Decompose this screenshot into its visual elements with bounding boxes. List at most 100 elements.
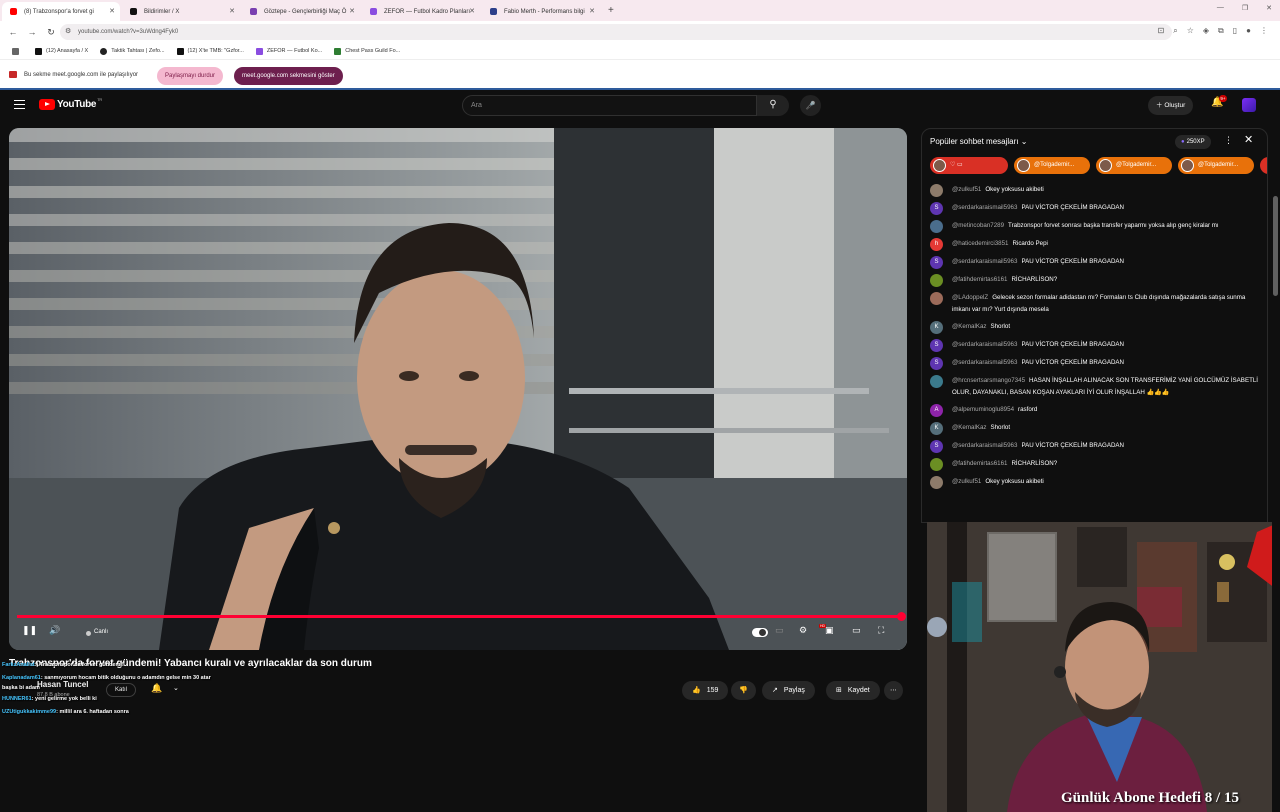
- miniplayer-icon[interactable]: ▣: [825, 625, 834, 636]
- chat-author[interactable]: @KemalKaz: [952, 424, 986, 431]
- search-icon[interactable]: ⚲: [757, 95, 789, 116]
- youtube-logo[interactable]: YouTube TR: [39, 97, 102, 110]
- chat-message[interactable]: @fatihdemirtas6161 RİCHARLİSON?: [930, 274, 1260, 287]
- close-tab-icon[interactable]: ✕: [229, 7, 235, 15]
- chat-avatar[interactable]: S: [930, 357, 943, 370]
- chat-avatar[interactable]: S: [930, 202, 943, 215]
- chat-author[interactable]: @hrcnsertsarsmango7345: [952, 377, 1025, 384]
- pinned-super-chat[interactable]: @Tolgademir...: [1014, 157, 1090, 174]
- bookmark-item[interactable]: (12) Anasayfa / X: [35, 47, 88, 55]
- like-button[interactable]: 👍 159: [682, 681, 729, 700]
- video-player[interactable]: ❚❚ 🔊 Canlı ▭ ⚙ HD ▣ ▭ ⛶: [9, 128, 907, 650]
- browser-tab[interactable]: (8) Trabzonspor'a forvet gi ✕: [2, 2, 120, 21]
- site-info-icon[interactable]: ⚙: [65, 24, 71, 40]
- chat-avatar[interactable]: [930, 220, 943, 233]
- join-button[interactable]: Katıl: [106, 683, 137, 697]
- chat-avatar[interactable]: [930, 184, 943, 197]
- chat-avatar[interactable]: [930, 458, 943, 471]
- chat-avatar[interactable]: h: [930, 238, 943, 251]
- pinned-super-chat[interactable]: ♡ ▭: [930, 157, 1008, 174]
- forward-icon[interactable]: →: [26, 27, 38, 37]
- browser-tab[interactable]: Fabio Merth - Performans bilgi ✕: [482, 2, 600, 21]
- live-label[interactable]: Canlı: [94, 629, 108, 635]
- pause-icon[interactable]: ❚❚: [22, 625, 37, 636]
- chat-message[interactable]: @metincoban7289 Trabzonspor forvet sonras…: [930, 220, 1260, 233]
- channel-name[interactable]: Hasan Tuncel: [37, 680, 88, 689]
- chat-author[interactable]: @KemalKaz: [952, 323, 986, 330]
- minimize-icon[interactable]: —: [1217, 4, 1224, 12]
- apps-icon[interactable]: [12, 47, 23, 55]
- browser-tab[interactable]: Bildirimler / X ✕: [122, 2, 240, 21]
- chat-message[interactable]: @zulkuf51 Okey yoksusu akibeti: [930, 476, 1260, 489]
- chat-author[interactable]: @metincoban7289: [952, 222, 1004, 229]
- settings-gear-icon[interactable]: ⚙: [799, 625, 807, 636]
- close-chat-icon[interactable]: ✕: [1244, 133, 1253, 146]
- chat-author[interactable]: @haticedemirci3851: [952, 240, 1009, 247]
- account-avatar[interactable]: [1242, 98, 1256, 112]
- pinned-super-chat[interactable]: @Tolgademir...: [1096, 157, 1172, 174]
- browser-tab[interactable]: Göztepe - Gençlerbirliği Maç Ö ✕: [242, 2, 360, 21]
- chat-author[interactable]: @zulkuf51: [952, 478, 981, 485]
- chat-message[interactable]: h @haticedemirci3851 Ricardo Pepi: [930, 238, 1260, 251]
- chat-message[interactable]: A @alpemuminoglu8954 rasford: [930, 404, 1260, 417]
- chat-avatar[interactable]: S: [930, 440, 943, 453]
- bookmark-item[interactable]: Chest Pass Guild Fo...: [334, 47, 400, 55]
- back-icon[interactable]: ←: [7, 27, 19, 37]
- chat-message[interactable]: @hrcnsertsarsmango7345 HASAN İNŞALLAH ALI…: [930, 375, 1260, 399]
- sidebar-icon[interactable]: ▯: [1233, 26, 1237, 36]
- install-icon[interactable]: ⊡: [1158, 26, 1165, 36]
- chat-message[interactable]: K @KemalKaz Shorlot: [930, 321, 1260, 334]
- chat-author[interactable]: @serdarkaraismail5963: [952, 442, 1017, 449]
- chat-avatar[interactable]: K: [930, 422, 943, 435]
- restore-icon[interactable]: ❐: [1242, 4, 1248, 12]
- chat-message[interactable]: @zulkuf51 Okey yoksusu akibeti: [930, 184, 1260, 197]
- subscription-bell-icon[interactable]: 🔔: [151, 683, 162, 694]
- stop-sharing-button[interactable]: Paylaşmayı durdur: [157, 67, 224, 85]
- hamburger-menu-icon[interactable]: [14, 100, 25, 109]
- chat-mode-selector[interactable]: Popüler sohbet mesajları ⌄: [930, 137, 1027, 146]
- chat-message[interactable]: K @KemalKaz Shorlot: [930, 422, 1260, 435]
- profile-avatar[interactable]: ●: [1246, 26, 1251, 36]
- save-button[interactable]: ⊞ Kaydet: [826, 681, 880, 700]
- url-bar[interactable]: ⚙ youtube.com/watch?v=3uWdng4Fyk0: [60, 24, 1172, 40]
- chat-avatar[interactable]: [930, 375, 943, 388]
- chat-author[interactable]: @serdarkaraismail5963: [952, 341, 1017, 348]
- chat-author[interactable]: @fatihdemirtas6161: [952, 460, 1007, 467]
- chat-message[interactable]: S @serdarkaraismail5963 PAU VİCTOR ÇEKELİM…: [930, 357, 1260, 370]
- extensions-puzzle-icon[interactable]: ⧉: [1218, 26, 1224, 36]
- volume-icon[interactable]: 🔊: [49, 625, 60, 636]
- dislike-button[interactable]: 👎: [731, 681, 756, 700]
- chat-avatar[interactable]: K: [930, 321, 943, 334]
- captions-icon[interactable]: ▭: [775, 625, 784, 636]
- pinned-super-chat[interactable]: @Tolgademir...: [1178, 157, 1254, 174]
- chat-message[interactable]: @LAdoppelZ Gelecek sezon formalar adidast…: [930, 292, 1260, 316]
- bookmark-item[interactable]: Taktik Tahtası | Zefo...: [100, 47, 165, 55]
- chat-message[interactable]: @fatihdemirtas6161 RİCHARLİSON?: [930, 458, 1260, 471]
- chat-avatar[interactable]: A: [930, 404, 943, 417]
- create-button[interactable]: ＋ Oluştur: [1148, 96, 1194, 115]
- video-progress-bar[interactable]: [17, 612, 906, 621]
- share-button[interactable]: ↗ Paylaş: [762, 681, 815, 700]
- chat-author[interactable]: @zulkuf51: [952, 186, 981, 193]
- fullscreen-icon[interactable]: ⛶: [878, 625, 884, 636]
- chat-avatar[interactable]: S: [930, 339, 943, 352]
- microphone-icon[interactable]: 🎤: [800, 95, 821, 116]
- bookmark-item[interactable]: ZEFOR — Futbol Ko...: [255, 47, 322, 55]
- zoom-icon[interactable]: ⌕: [1173, 26, 1177, 36]
- chat-avatar[interactable]: [930, 476, 943, 489]
- chevron-down-icon[interactable]: ⌄: [173, 684, 179, 692]
- chat-message[interactable]: S @serdarkaraismail5963 PAU VİCTOR ÇEKELİM…: [930, 256, 1260, 269]
- close-tab-icon[interactable]: ✕: [589, 7, 595, 15]
- page-scrollbar[interactable]: [1272, 184, 1280, 812]
- new-tab-button[interactable]: +: [608, 2, 614, 21]
- chat-avatar[interactable]: S: [930, 256, 943, 269]
- close-tab-icon[interactable]: ✕: [109, 7, 115, 15]
- chat-message[interactable]: S @serdarkaraismail5963 PAU VİCTOR ÇEKELİM…: [930, 339, 1260, 352]
- reload-icon[interactable]: ↻: [45, 27, 57, 38]
- theater-mode-icon[interactable]: ▭: [852, 625, 861, 636]
- xp-badge[interactable]: ● 250XP: [1175, 135, 1211, 149]
- chat-avatar[interactable]: [930, 292, 943, 305]
- chat-author[interactable]: @fatihdemirtas6161: [952, 276, 1007, 283]
- browser-tab[interactable]: ZEFOR — Futbol Kadro Planları ✕: [362, 2, 480, 21]
- autoplay-toggle[interactable]: [752, 628, 768, 637]
